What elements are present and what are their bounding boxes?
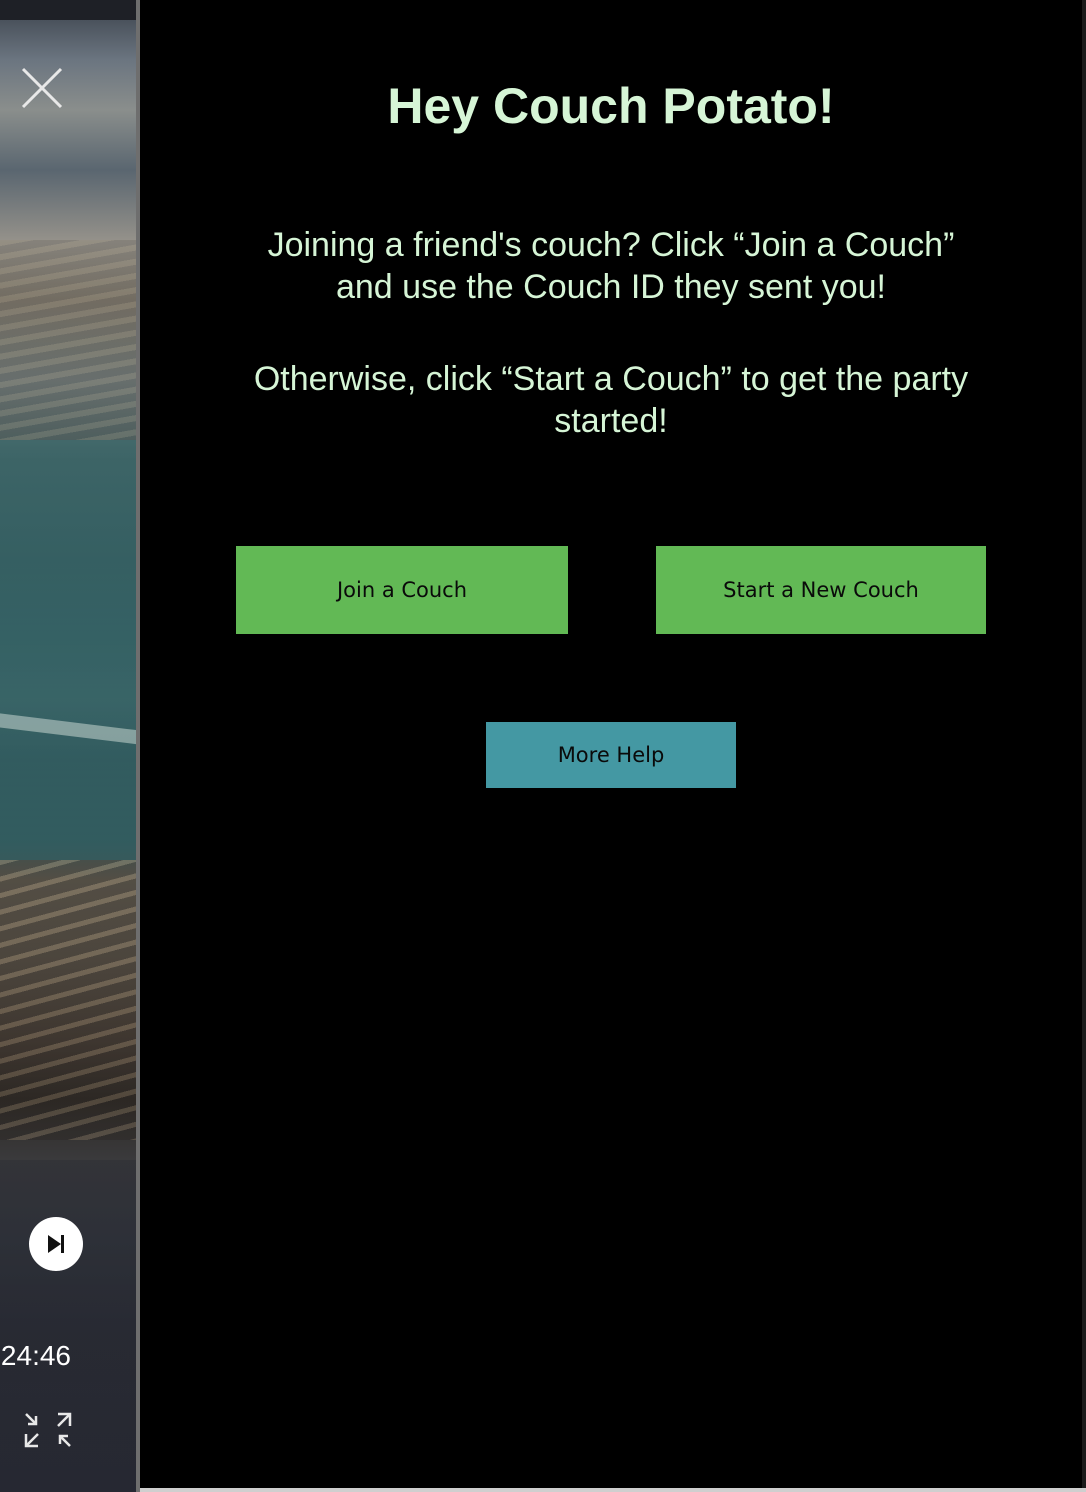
- time-readout: 24:46: [0, 1338, 136, 1374]
- more-help-button[interactable]: More Help: [486, 722, 736, 788]
- browser-top-bar: [0, 0, 136, 20]
- time-readout-text: 24:46: [0, 1340, 71, 1371]
- skip-next-icon: [48, 1235, 64, 1253]
- join-couch-button[interactable]: Join a Couch: [236, 546, 568, 634]
- couch-sidebar-panel: Hey Couch Potato! Joining a friend's cou…: [140, 0, 1082, 1488]
- screen: 24:46 Hey Couch Potato! Joining a friend…: [0, 0, 1086, 1492]
- panel-title: Hey Couch Potato!: [387, 78, 835, 134]
- video-frame-water: [0, 440, 136, 860]
- start-couch-button[interactable]: Start a New Couch: [656, 546, 986, 634]
- video-player[interactable]: 24:46: [0, 0, 136, 1492]
- video-frame-city: [0, 860, 136, 1140]
- panel-bottom-edge: [140, 1488, 1086, 1492]
- video-frame-shore: [0, 240, 136, 440]
- skip-next-button[interactable]: [29, 1217, 83, 1271]
- join-instructions: Joining a friend's couch? Click “Join a …: [267, 226, 955, 306]
- start-instructions: Otherwise, click “Start a Couch” to get …: [253, 360, 969, 440]
- fullscreen-icon[interactable]: [22, 1410, 74, 1450]
- close-icon[interactable]: [20, 66, 64, 110]
- panel-right-edge: [1082, 0, 1086, 1492]
